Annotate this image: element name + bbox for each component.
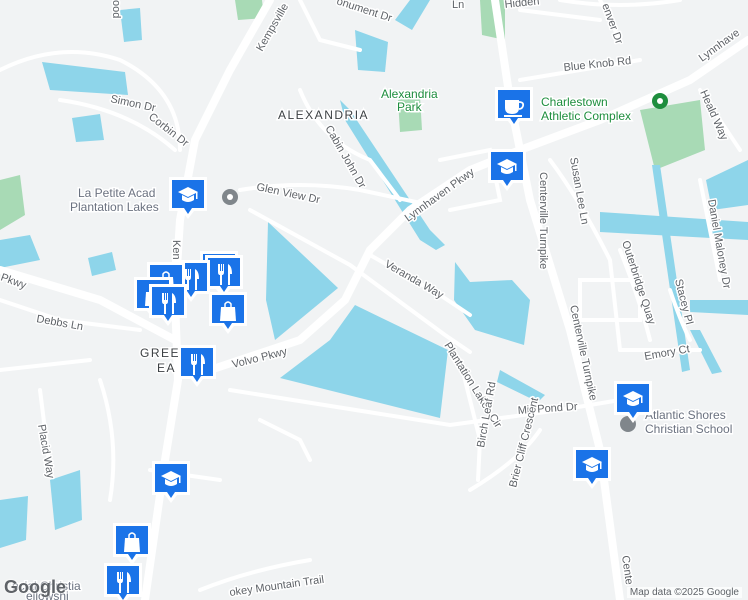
pond-corbin — [72, 114, 104, 142]
map-canvas[interactable]: ALEXANDRIA GREENB EA Kempsville Ken Simo… — [0, 0, 748, 600]
greenbrier-label-2: EA — [157, 361, 176, 375]
alexandria-label: ALEXANDRIA — [278, 108, 369, 122]
map-attribution: Map data ©2025 Google — [626, 587, 742, 598]
atlantic-shores-label-1: Atlantic Shores — [645, 408, 726, 422]
google-logo: Google — [4, 577, 66, 597]
charlestown-label-1: Charlestown — [541, 95, 608, 109]
la-petite-label-2: Plantation Lakes — [70, 200, 159, 214]
place-pin-dot — [227, 194, 233, 200]
road-label-top-ln: Ln — [452, 0, 464, 11]
la-petite-label-1: La Petite Acad — [78, 186, 155, 200]
alexandria-park-label-2: Park — [397, 100, 423, 114]
marker-restaurant-6[interactable] — [104, 563, 142, 600]
road-label-kempsville-short: Ken — [170, 240, 182, 260]
charlestown-label-2: Athletic Complex — [541, 109, 631, 123]
park-pin-dot — [657, 98, 663, 104]
road-label-dood: ood — [110, 0, 122, 18]
atlantic-shores-label-2: Christian School — [645, 422, 732, 436]
road-label-centerville-1: Centerville Turnpike — [537, 172, 549, 269]
alexandria-park-label-1: Alexandria — [381, 87, 438, 101]
pond-southwest — [0, 496, 28, 548]
pond-south — [50, 470, 82, 530]
